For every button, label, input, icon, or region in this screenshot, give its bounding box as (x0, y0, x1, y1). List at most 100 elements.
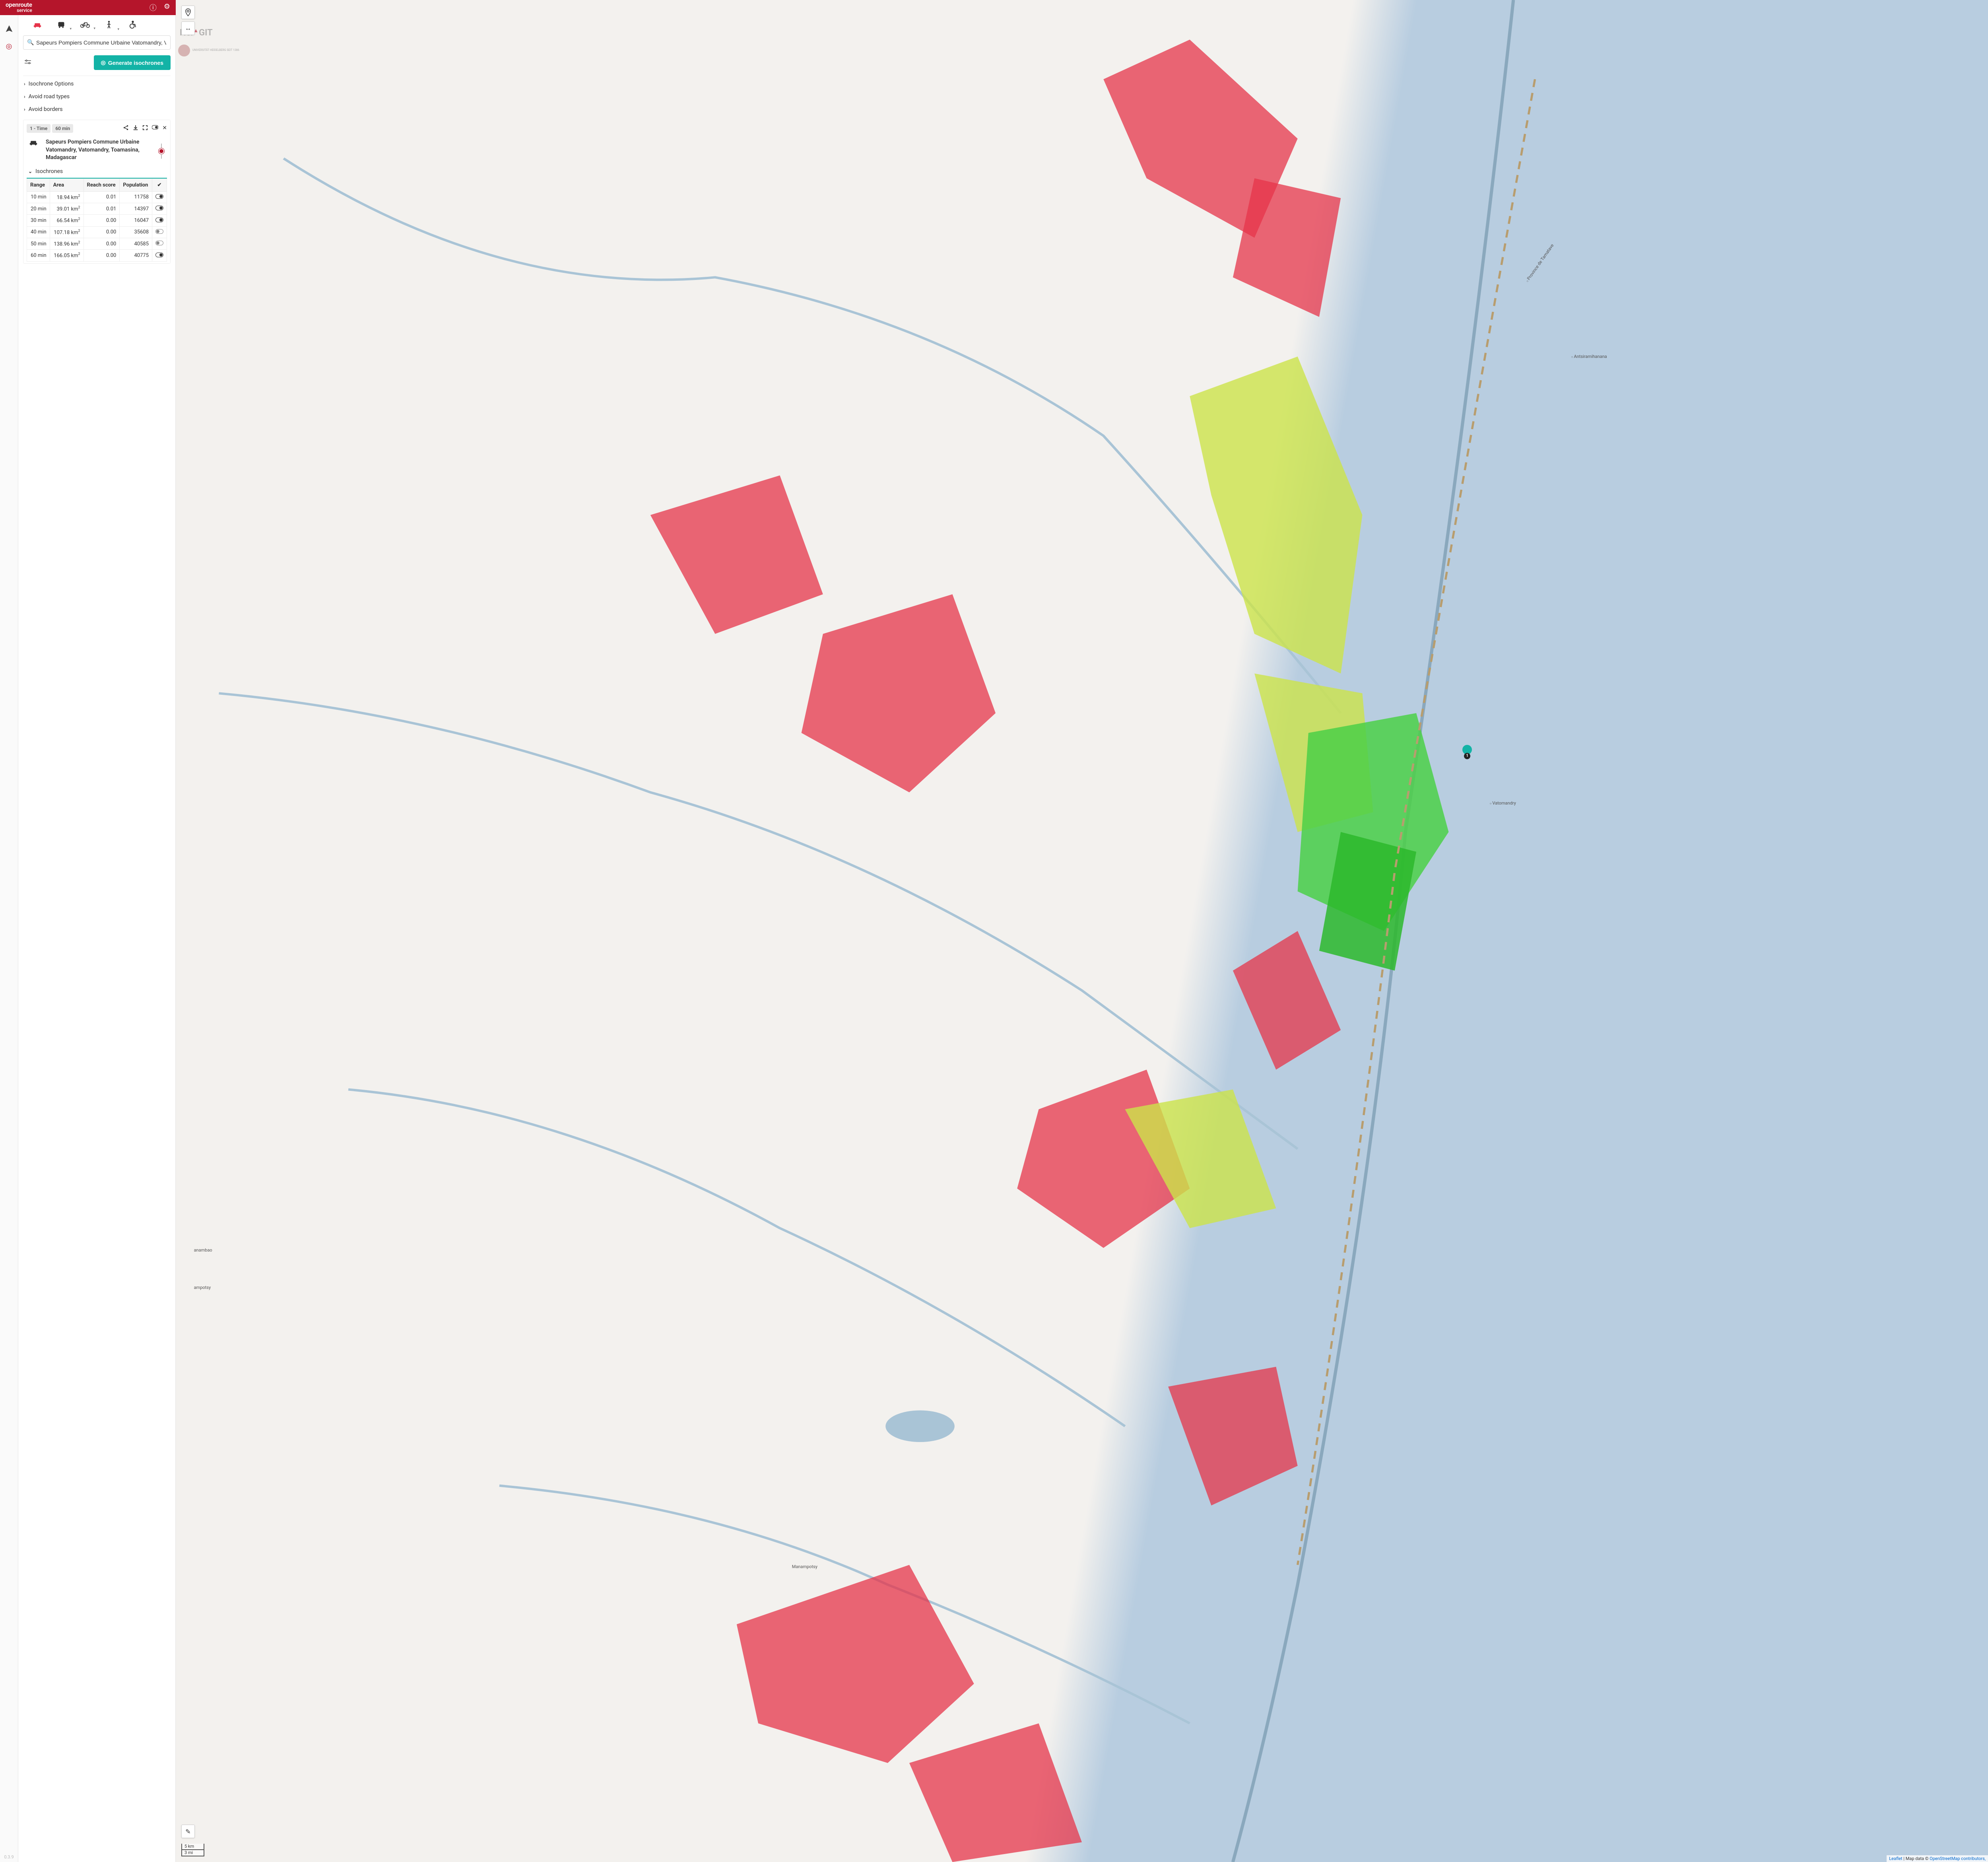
map-scale: 5 km 3 mi (181, 1844, 204, 1856)
profile-wheelchair[interactable] (121, 21, 145, 31)
isochrones-table: Range Area Reach score Population ✔ 10 m… (27, 179, 167, 262)
cell-area: 166.05 km2 (50, 250, 83, 261)
generate-button-label: Generate isochrones (108, 60, 163, 66)
cell-area: 39.01 km2 (50, 203, 83, 215)
visibility-toggle[interactable] (155, 206, 163, 210)
cell-population: 11758 (120, 191, 152, 203)
result-card: 1 - Time 60 min ✕ Sapeurs Pompiers Commu… (23, 120, 171, 264)
close-icon[interactable]: ✕ (162, 125, 167, 132)
option-label: Isochrone Options (29, 81, 74, 87)
cell-area: 107.18 km2 (50, 226, 83, 238)
option-label: Avoid borders (29, 106, 63, 113)
visibility-toggle[interactable] (155, 229, 163, 234)
settings-icon[interactable]: ⚙ (164, 2, 170, 13)
search-icon: 🔍 (27, 39, 34, 46)
visibility-toggle[interactable] (155, 194, 163, 199)
expand-icon[interactable] (142, 125, 148, 132)
cell-area: 66.54 km2 (50, 215, 83, 226)
result-location: Sapeurs Pompiers Commune Urbaine Vatoman… (46, 138, 165, 162)
table-row: 50 min138.96 km20.0040585 (27, 238, 167, 250)
cell-toggle[interactable] (152, 250, 167, 261)
cell-area: 138.96 km2 (50, 238, 83, 250)
scale-mi: 3 mi (182, 1849, 204, 1856)
cell-range: 20 min (27, 203, 50, 215)
cell-reach: 0.00 (83, 250, 120, 261)
badge-mode: 1 - Time (27, 124, 50, 133)
info-icon[interactable]: ⓘ (149, 2, 157, 13)
cell-toggle[interactable] (152, 238, 167, 250)
profile-bike[interactable]: ▾ (73, 21, 97, 30)
isochrones-section-label: Isochrones (35, 168, 63, 175)
option-label: Avoid road types (29, 93, 70, 100)
th-area: Area (50, 179, 83, 191)
sliders-icon[interactable] (23, 58, 33, 68)
th-visible: ✔ (152, 179, 167, 191)
cell-reach: 0.00 (83, 226, 120, 238)
search-input[interactable] (23, 35, 171, 50)
cell-area: 18.94 km2 (50, 191, 83, 203)
share-icon[interactable] (123, 125, 129, 132)
table-row: 10 min18.94 km20.0111758 (27, 191, 167, 203)
option-row-2[interactable]: › Avoid borders (23, 103, 171, 116)
origin-pin-icon[interactable] (158, 144, 165, 159)
isochrones-icon[interactable]: ◎ (4, 41, 15, 52)
map-marker-origin[interactable]: 1 (1462, 745, 1472, 758)
chevron-right-icon: › (24, 81, 25, 87)
option-row-1[interactable]: › Avoid road types (23, 90, 171, 103)
directions-icon[interactable] (4, 23, 15, 34)
profile-tabs: ▾ ▾ ▾ (23, 19, 171, 35)
attrib-leaflet[interactable]: Leaflet (1889, 1856, 1902, 1861)
cell-toggle[interactable] (152, 215, 167, 226)
top-bar: openroute service ⓘ ⚙ (0, 0, 176, 15)
th-range: Range (27, 179, 50, 191)
map-canvas[interactable]: Hei▴GIT UNIVERSITÄT HEIDELBERG SEIT 1386… (176, 0, 1988, 1862)
chevron-right-icon: › (24, 107, 25, 112)
cell-reach: 0.00 (83, 238, 120, 250)
map-locate-button[interactable] (181, 6, 195, 19)
cell-population: 14397 (120, 203, 152, 215)
profile-foot[interactable]: ▾ (97, 21, 121, 31)
option-row-0[interactable]: › Isochrone Options (23, 78, 171, 90)
map-place-label: Manampotsy (792, 1564, 817, 1569)
cell-population: 40585 (120, 238, 152, 250)
cell-population: 40775 (120, 250, 152, 261)
profile-car[interactable] (25, 21, 49, 30)
download-icon[interactable] (133, 125, 138, 132)
brand-sub: service (6, 8, 32, 13)
options-list: › Isochrone Options › Avoid road types › Avoi… (23, 76, 171, 116)
chevron-right-icon: › (24, 94, 25, 99)
side-rail: ◎ 0.3.9 (0, 0, 18, 1862)
side-panel: ▾ ▾ ▾ 🔍 ◎ Generate isochrones › Isochrone… (18, 0, 176, 1862)
cell-range: 40 min (27, 226, 50, 238)
attrib-osm[interactable]: OpenStreetMap contributors, (1930, 1856, 1986, 1861)
university-watermark: UNIVERSITÄT HEIDELBERG SEIT 1386 (178, 45, 239, 56)
caret-down-icon: ▾ (117, 27, 119, 31)
visibility-toggle[interactable] (155, 241, 163, 245)
marker-number: 1 (1464, 753, 1470, 759)
table-row: 40 min107.18 km20.0035608 (27, 226, 167, 238)
visibility-toggle[interactable] (155, 218, 163, 222)
th-reach: Reach score (83, 179, 120, 191)
cell-toggle[interactable] (152, 203, 167, 215)
toggle-display-icon[interactable] (152, 125, 158, 132)
cell-range: 30 min (27, 215, 50, 226)
isochrones-section-toggle[interactable]: ⌄ Isochrones (27, 166, 167, 179)
cell-toggle[interactable] (152, 226, 167, 238)
version-label: 0.3.9 (4, 1854, 14, 1860)
map-overlay (176, 0, 1988, 1862)
chevron-down-icon: ⌄ (28, 169, 32, 174)
table-row: 20 min39.01 km20.0114397 (27, 203, 167, 215)
cell-range: 10 min (27, 191, 50, 203)
badge-value: 60 min (52, 124, 73, 133)
map-edit-button[interactable]: ✎ (181, 1825, 195, 1838)
visibility-toggle[interactable] (155, 253, 163, 257)
search-field-wrap: 🔍 (23, 35, 171, 50)
profile-heavy[interactable]: ▾ (49, 21, 73, 30)
cell-population: 35608 (120, 226, 152, 238)
generate-isochrones-button[interactable]: ◎ Generate isochrones (94, 55, 171, 70)
map-place-label: anambao (194, 1248, 212, 1253)
map-measure-button[interactable]: ↔ (181, 21, 195, 35)
cell-toggle[interactable] (152, 191, 167, 203)
target-icon: ◎ (101, 59, 106, 66)
cell-population: 16047 (120, 215, 152, 226)
